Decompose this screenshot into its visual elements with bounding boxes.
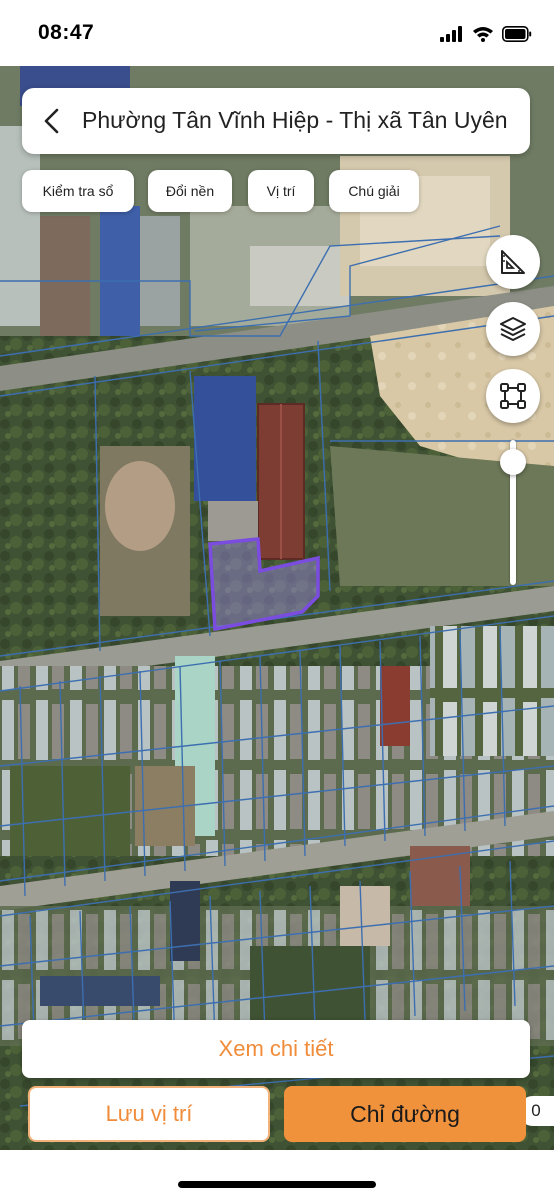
chip-label: Vị trí <box>266 183 296 199</box>
legend-chip[interactable]: Chú giải <box>329 170 419 212</box>
back-arrow-icon[interactable] <box>38 106 68 136</box>
status-icons <box>440 24 532 44</box>
change-basemap-chip[interactable]: Đổi nền <box>148 170 232 212</box>
check-book-chip[interactable]: Kiểm tra sổ <box>22 170 134 212</box>
save-location-button[interactable]: Lưu vị trí <box>28 1086 270 1142</box>
ruler-icon <box>501 250 525 274</box>
chip-label: Chú giải <box>348 183 400 199</box>
zoom-slider-handle[interactable] <box>500 448 526 475</box>
map-canvas[interactable] <box>0 66 554 1150</box>
save-location-label: Lưu vị trí <box>105 1101 193 1126</box>
count-badge-value: 0 <box>531 1101 541 1120</box>
battery-icon <box>502 26 532 42</box>
bottom-safe-area <box>0 1150 554 1200</box>
chip-label: Kiểm tra sổ <box>42 183 114 199</box>
wifi-icon <box>473 27 493 42</box>
measure-button[interactable] <box>486 235 540 289</box>
select-area-icon <box>500 383 526 409</box>
directions-button[interactable]: Chỉ đường <box>284 1086 526 1142</box>
view-details-label: Xem chi tiết <box>218 1036 334 1061</box>
status-bar: 08:47 <box>0 0 554 66</box>
status-time: 08:47 <box>38 21 95 44</box>
signal-icon <box>440 26 462 42</box>
directions-label: Chỉ đường <box>350 1100 460 1127</box>
view-details-button[interactable]: Xem chi tiết <box>22 1020 530 1078</box>
page-title: Phường Tân Vĩnh Hiệp - Thị xã Tân Uyên <box>82 107 508 133</box>
home-indicator[interactable] <box>178 1181 376 1188</box>
location-chip[interactable]: Vị trí <box>248 170 314 212</box>
chip-label: Đổi nền <box>165 183 215 199</box>
select-area-button[interactable] <box>486 369 540 423</box>
location-header: Phường Tân Vĩnh Hiệp - Thị xã Tân Uyên <box>22 88 530 154</box>
layers-icon <box>500 317 526 341</box>
layers-button[interactable] <box>486 302 540 356</box>
satellite-map[interactable] <box>0 66 554 1150</box>
